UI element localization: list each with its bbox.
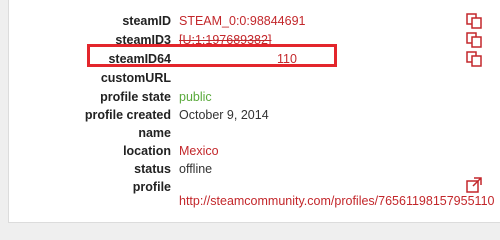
copy-icon[interactable] bbox=[466, 51, 482, 67]
copy-icon[interactable] bbox=[466, 13, 482, 29]
name-label: name bbox=[138, 126, 171, 140]
location-value[interactable]: Mexico bbox=[179, 142, 219, 160]
profile-state-value: public bbox=[179, 90, 212, 104]
steam-profile-card: steamID STEAM_0:0:98844691 steamID3 [U:1… bbox=[8, 0, 500, 223]
status-label: status bbox=[134, 162, 171, 176]
steamid64-value[interactable]: 110 bbox=[277, 50, 297, 68]
location-label: location bbox=[123, 144, 171, 158]
profile-state-label: profile state bbox=[100, 90, 171, 104]
row-profile-state: profile state public bbox=[9, 88, 500, 106]
row-name: name bbox=[9, 124, 500, 142]
copy-icon[interactable] bbox=[466, 32, 482, 48]
row-status: status offline bbox=[9, 160, 500, 178]
customurl-label: customURL bbox=[100, 71, 171, 85]
steamid-value[interactable]: STEAM_0:0:98844691 bbox=[179, 12, 305, 30]
steamid-label: steamID bbox=[122, 14, 171, 28]
steamid3-value[interactable]: [U:1:197689382] bbox=[179, 31, 271, 49]
row-steamid64: steamID64 110 bbox=[9, 50, 500, 68]
profile-url-link[interactable]: http://steamcommunity.com/profiles/76561… bbox=[179, 192, 494, 210]
profile-created-label: profile created bbox=[84, 108, 171, 122]
steamid64-label: steamID64 bbox=[108, 52, 171, 66]
row-steamid: steamID STEAM_0:0:98844691 bbox=[9, 12, 500, 30]
profile-created-value: October 9, 2014 bbox=[179, 108, 269, 122]
row-location: location Mexico bbox=[9, 142, 500, 160]
status-value: offline bbox=[179, 162, 213, 176]
row-customurl: customURL bbox=[9, 69, 500, 87]
row-steamid3: steamID3 [U:1:197689382] bbox=[9, 31, 500, 49]
row-profile-url: http://steamcommunity.com/profiles/76561… bbox=[9, 192, 500, 210]
steamid3-label: steamID3 bbox=[115, 33, 171, 47]
external-link-icon[interactable] bbox=[466, 177, 482, 193]
row-profile-created: profile created October 9, 2014 bbox=[9, 106, 500, 124]
